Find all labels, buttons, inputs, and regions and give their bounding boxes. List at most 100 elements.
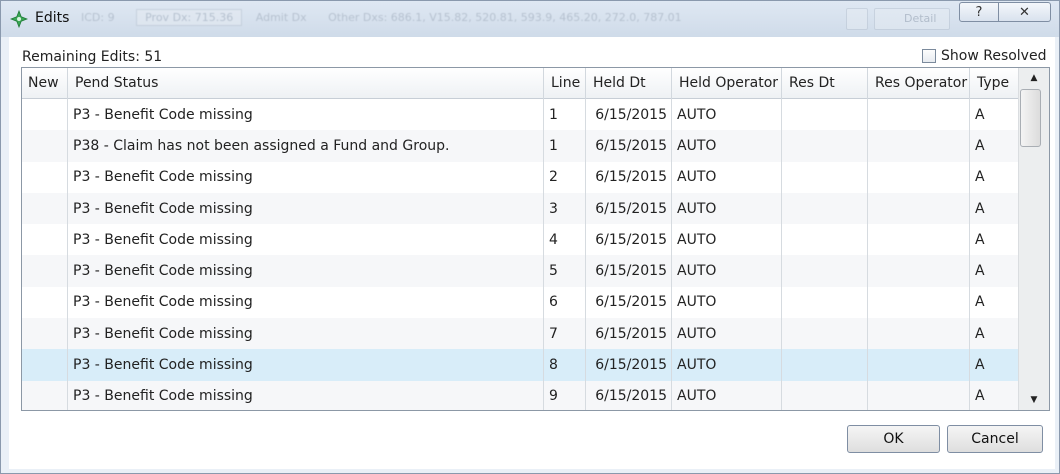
- cell-pend-status: P3 - Benefit Code missing: [68, 192, 544, 225]
- background-window-controls: Detail: [846, 8, 951, 30]
- background-text-item: Detail: [904, 12, 937, 25]
- remaining-edits-label: Remaining Edits: 51: [22, 49, 163, 65]
- background-text-item: Prov Dx: 715.36: [136, 9, 243, 26]
- cell-pend-status: P38 - Claim has not been assigned a Fund…: [68, 130, 544, 162]
- dialog-title: Edits: [35, 10, 70, 26]
- cell-pend-status: P3 - Benefit Code missing: [68, 286, 544, 319]
- cell-held-operator: AUTO: [672, 99, 782, 131]
- cell-res-dt: [782, 99, 868, 131]
- column-header-line[interactable]: Line: [544, 68, 586, 99]
- help-button[interactable]: ?: [959, 2, 999, 22]
- cell-held-operator: AUTO: [672, 349, 782, 381]
- cell-held-dt: 6/15/2015: [586, 255, 672, 287]
- arrow-up-icon[interactable]: ▲: [1019, 68, 1049, 88]
- cell-held-dt: 6/15/2015: [586, 192, 672, 225]
- background-text-item: Other Dxs: 686.1, V15.82, 520.81, 593.9,…: [328, 11, 682, 24]
- background-text-item: ICD: 9: [81, 11, 115, 24]
- vertical-scrollbar[interactable]: ▲ ▼: [1018, 68, 1049, 410]
- cell-line: 6: [544, 286, 586, 319]
- table-row[interactable]: P3 - Benefit Code missing 3 6/15/2015 AUTO A: [22, 192, 1018, 225]
- cell-res-dt: [782, 224, 868, 256]
- cell-held-dt: 6/15/2015: [586, 380, 672, 410]
- cell-res-dt: [782, 349, 868, 381]
- cell-type: A: [975, 388, 985, 405]
- cell-pend-status: P3 - Benefit Code missing: [68, 224, 544, 256]
- cell-pend-status: P3 - Benefit Code missing: [68, 161, 544, 193]
- cell-res-operator: [868, 130, 970, 162]
- cell-new: [22, 286, 68, 319]
- cell-held-operator: AUTO: [672, 130, 782, 162]
- cell-new: [22, 349, 68, 381]
- cell-held-dt: 6/15/2015: [586, 349, 672, 381]
- cell-new: [22, 318, 68, 350]
- cell-type: A: [975, 325, 985, 342]
- cell-res-dt: [782, 318, 868, 350]
- cell-new: [22, 161, 68, 193]
- cell-held-operator: AUTO: [672, 224, 782, 256]
- cell-type: A: [975, 357, 985, 374]
- cell-pend-status: P3 - Benefit Code missing: [68, 99, 544, 131]
- show-resolved-toggle[interactable]: Show Resolved: [922, 48, 1046, 64]
- arrow-down-icon[interactable]: ▼: [1019, 390, 1049, 410]
- table-row[interactable]: P3 - Benefit Code missing 9 6/15/2015 AUTO A: [22, 380, 1018, 410]
- cell-res-dt: [782, 380, 868, 410]
- cell-res-dt: [782, 130, 868, 162]
- cell-type: A: [975, 231, 985, 248]
- cell-res-operator: [868, 192, 970, 225]
- table-row[interactable]: P3 - Benefit Code missing 7 6/15/2015 AUTO A: [22, 318, 1018, 350]
- show-resolved-checkbox[interactable]: [922, 49, 936, 63]
- cell-res-operator: [868, 161, 970, 193]
- table-row[interactable]: P38 - Claim has not been assigned a Fund…: [22, 130, 1018, 162]
- cell-res-dt: [782, 192, 868, 225]
- column-header-new[interactable]: New: [22, 68, 68, 99]
- cell-held-dt: 6/15/2015: [586, 224, 672, 256]
- cell-res-operator: [868, 255, 970, 287]
- cell-new: [22, 380, 68, 410]
- scrollbar-thumb[interactable]: [1020, 89, 1041, 147]
- cell-line: 1: [544, 99, 586, 131]
- cell-pend-status: P3 - Benefit Code missing: [68, 380, 544, 410]
- table-row[interactable]: P3 - Benefit Code missing 2 6/15/2015 AUTO A: [22, 161, 1018, 193]
- cell-res-dt: [782, 255, 868, 287]
- table-row[interactable]: P3 - Benefit Code missing 5 6/15/2015 AUTO A: [22, 255, 1018, 287]
- title-bar[interactable]: ICD: 9 Prov Dx: 715.36 Admit Dx Other Dx…: [1, 1, 1059, 37]
- grid-header: New Pend Status Line Held Dt Held Operat…: [22, 68, 1018, 99]
- background-window-text: ICD: 9 Prov Dx: 715.36 Admit Dx Other Dx…: [81, 9, 851, 29]
- cell-held-operator: AUTO: [672, 192, 782, 225]
- cell-type: A: [975, 200, 985, 217]
- column-header-held-dt[interactable]: Held Dt: [586, 68, 672, 99]
- cell-res-operator: [868, 349, 970, 381]
- column-header-type[interactable]: Type: [970, 68, 1018, 99]
- cell-held-dt: 6/15/2015: [586, 286, 672, 319]
- cell-held-dt: 6/15/2015: [586, 130, 672, 162]
- column-header-res-operator[interactable]: Res Operator: [868, 68, 970, 99]
- cell-held-operator: AUTO: [672, 255, 782, 287]
- close-button[interactable]: ✕: [999, 2, 1051, 22]
- column-header-res-dt[interactable]: Res Dt: [782, 68, 868, 99]
- cell-pend-status: P3 - Benefit Code missing: [68, 318, 544, 350]
- help-label: ?: [975, 4, 983, 20]
- column-header-held-operator[interactable]: Held Operator: [672, 68, 782, 99]
- diamond-star-icon: [10, 10, 28, 28]
- table-row[interactable]: P3 - Benefit Code missing 8 6/15/2015 AUTO A: [22, 349, 1018, 381]
- cell-res-operator: [868, 318, 970, 350]
- table-row[interactable]: P3 - Benefit Code missing 6 6/15/2015 AUTO A: [22, 286, 1018, 319]
- cell-new: [22, 224, 68, 256]
- table-row[interactable]: P3 - Benefit Code missing 1 6/15/2015 AUTO A: [22, 99, 1018, 131]
- cell-new: [22, 130, 68, 162]
- column-header-pend-status[interactable]: Pend Status: [68, 68, 544, 99]
- cell-held-dt: 6/15/2015: [586, 318, 672, 350]
- cell-type: A: [975, 169, 985, 186]
- cancel-button[interactable]: Cancel: [947, 425, 1043, 453]
- cell-held-operator: AUTO: [672, 161, 782, 193]
- cell-type: A: [975, 137, 985, 154]
- edits-grid: New Pend Status Line Held Dt Held Operat…: [21, 67, 1050, 411]
- ok-button[interactable]: OK: [847, 425, 940, 453]
- cell-res-dt: [782, 286, 868, 319]
- cell-type: A: [975, 294, 985, 311]
- cell-line: 2: [544, 161, 586, 193]
- cell-held-operator: AUTO: [672, 318, 782, 350]
- table-row[interactable]: P3 - Benefit Code missing 4 6/15/2015 AUTO A: [22, 224, 1018, 256]
- cell-held-dt: 6/15/2015: [586, 99, 672, 131]
- cell-new: [22, 99, 68, 131]
